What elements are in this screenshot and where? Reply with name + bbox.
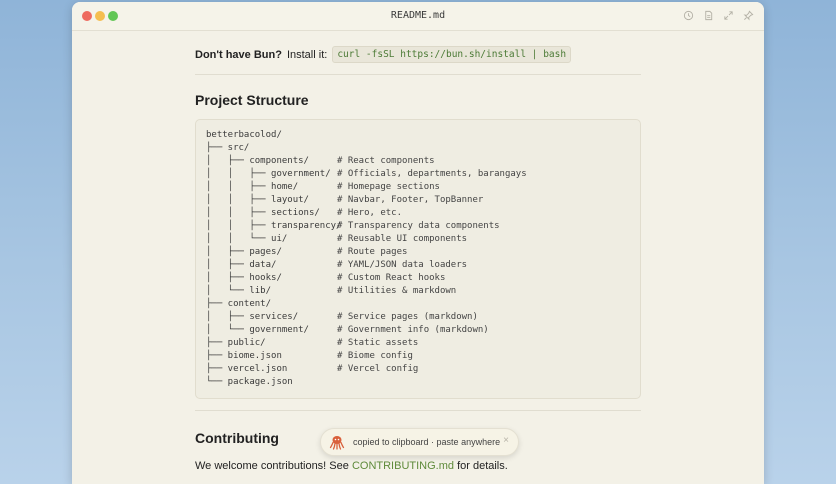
tree-line: │ ├── pages/ # Route pages [206,246,527,259]
tree-comment: # Biome config [337,351,413,361]
install-prompt: Don't have Bun? [195,48,282,61]
project-structure-heading: Project Structure [195,92,309,108]
tree-path: │ │ ├── transparency/ [206,221,342,231]
history-icon[interactable] [682,10,694,22]
toast-message: copied to clipboard · paste anywhere [353,437,501,447]
markdown-content: Don't have Bun? Install it: curl -fsSL h… [72,30,764,484]
tree-line: betterbacolod/ [206,129,527,142]
tree-comment: # React components [337,156,435,166]
pin-icon[interactable] [742,10,754,22]
clipboard-toast: copied to clipboard · paste anywhere × [320,428,519,456]
tree-line: ├── content/ [206,298,527,311]
tree-comment: # Utilities & markdown [337,286,457,296]
tree-line: ├── src/ [206,142,527,155]
tree-line: ├── biome.json # Biome config [206,350,527,363]
tree-line: │ └── government/ # Government info (mark… [206,324,527,337]
tree-line: │ │ └── ui/ # Reusable UI components [206,233,527,246]
project-tree-codeblock[interactable]: betterbacolod/ ├── src/ │ ├── components/ #… [195,119,641,399]
tree-path: ├── public/ [206,338,266,348]
tree-line: │ ├── hooks/ # Custom React hooks [206,272,527,285]
tree-comment: # Reusable UI components [337,234,468,244]
divider [195,74,641,75]
contributing-heading: Contributing [195,430,279,446]
tree-path: │ ├── data/ [206,260,277,270]
contributing-text-after: for details. [457,460,508,472]
tree-path: │ ├── components/ [206,156,309,166]
tree-path: │ ├── hooks/ [206,273,282,283]
tree-line: │ │ ├── government/ # Officials, departme… [206,168,527,181]
tree-line: │ │ ├── layout/ # Navbar, Footer, TopBann… [206,194,527,207]
tree-path: ├── vercel.json [206,364,288,374]
tree-line: │ │ ├── transparency/# Transparency data… [206,220,527,233]
tree-path: │ │ └── ui/ [206,234,288,244]
install-line: Don't have Bun? Install it: curl -fsSL h… [195,46,572,63]
tree-line: ├── vercel.json # Vercel config [206,363,527,376]
tree-path: │ └── government/ [206,325,309,335]
divider [195,410,641,411]
tree-comment: # Transparency data components [337,221,500,231]
tree-path: │ │ ├── government/ [206,169,331,179]
tree-line: │ ├── services/ # Service pages (markdown… [206,311,527,324]
window-title: README.md [390,10,446,21]
tree-path: ├── biome.json [206,351,282,361]
tree-path: ├── src/ [206,143,250,153]
readme-window: README.md Don't have Bun? Install it: cu… [72,2,764,484]
tree-line: │ └── lib/ # Utilities & markdown [206,285,527,298]
tree-comment: # Vercel config [337,364,419,374]
tree-line: │ │ ├── sections/ # Hero, etc. [206,207,527,220]
tree-path: │ │ ├── layout/ [206,195,309,205]
document-icon[interactable] [702,10,714,22]
tree-comment: # Officials, departments, barangays [337,169,527,179]
tree-comment: # Government info (markdown) [337,325,489,335]
tree-comment: # YAML/JSON data loaders [337,260,468,270]
tree-line: │ │ ├── home/ # Homepage sections [206,181,527,194]
tree-comment: # Homepage sections [337,182,440,192]
tree-path: │ ├── services/ [206,312,299,322]
tree-path: │ │ ├── sections/ [206,208,320,218]
tree-path: │ │ ├── home/ [206,182,299,192]
tree-path: └── package.json [206,377,293,387]
toolbar-icons [682,10,754,22]
tree-path: │ └── lib/ [206,286,272,296]
tree-path: ├── content/ [206,299,272,309]
octopus-icon [329,434,345,450]
toast-close-button[interactable]: × [503,435,509,446]
contributing-text-before: We welcome contributions! See [195,460,349,472]
tree-line: │ ├── components/ # React components [206,155,527,168]
tree-comment: # Hero, etc. [337,208,403,218]
tree-comment: # Static assets [337,338,419,348]
tree-comment: # Custom React hooks [337,273,446,283]
tree-path: betterbacolod/ [206,130,282,140]
title-bar: README.md [72,2,764,31]
contributing-paragraph: We welcome contributions! See CONTRIBUTI… [195,460,508,472]
tree-path: │ ├── pages/ [206,247,282,257]
tree-comment: # Navbar, Footer, TopBanner [337,195,484,205]
contributing-link[interactable]: CONTRIBUTING.md [352,460,454,472]
tree-line: │ ├── data/ # YAML/JSON data loaders [206,259,527,272]
tree-comment: # Route pages [337,247,408,257]
install-command[interactable]: curl -fsSL https://bun.sh/install | bash [332,46,572,63]
tree-line: └── package.json [206,376,527,389]
tree-line: ├── public/ # Static assets [206,337,527,350]
install-text: Install it: [286,48,328,61]
project-tree: betterbacolod/ ├── src/ │ ├── components/ #… [206,129,527,389]
tree-comment: # Service pages (markdown) [337,312,478,322]
expand-icon[interactable] [722,10,734,22]
